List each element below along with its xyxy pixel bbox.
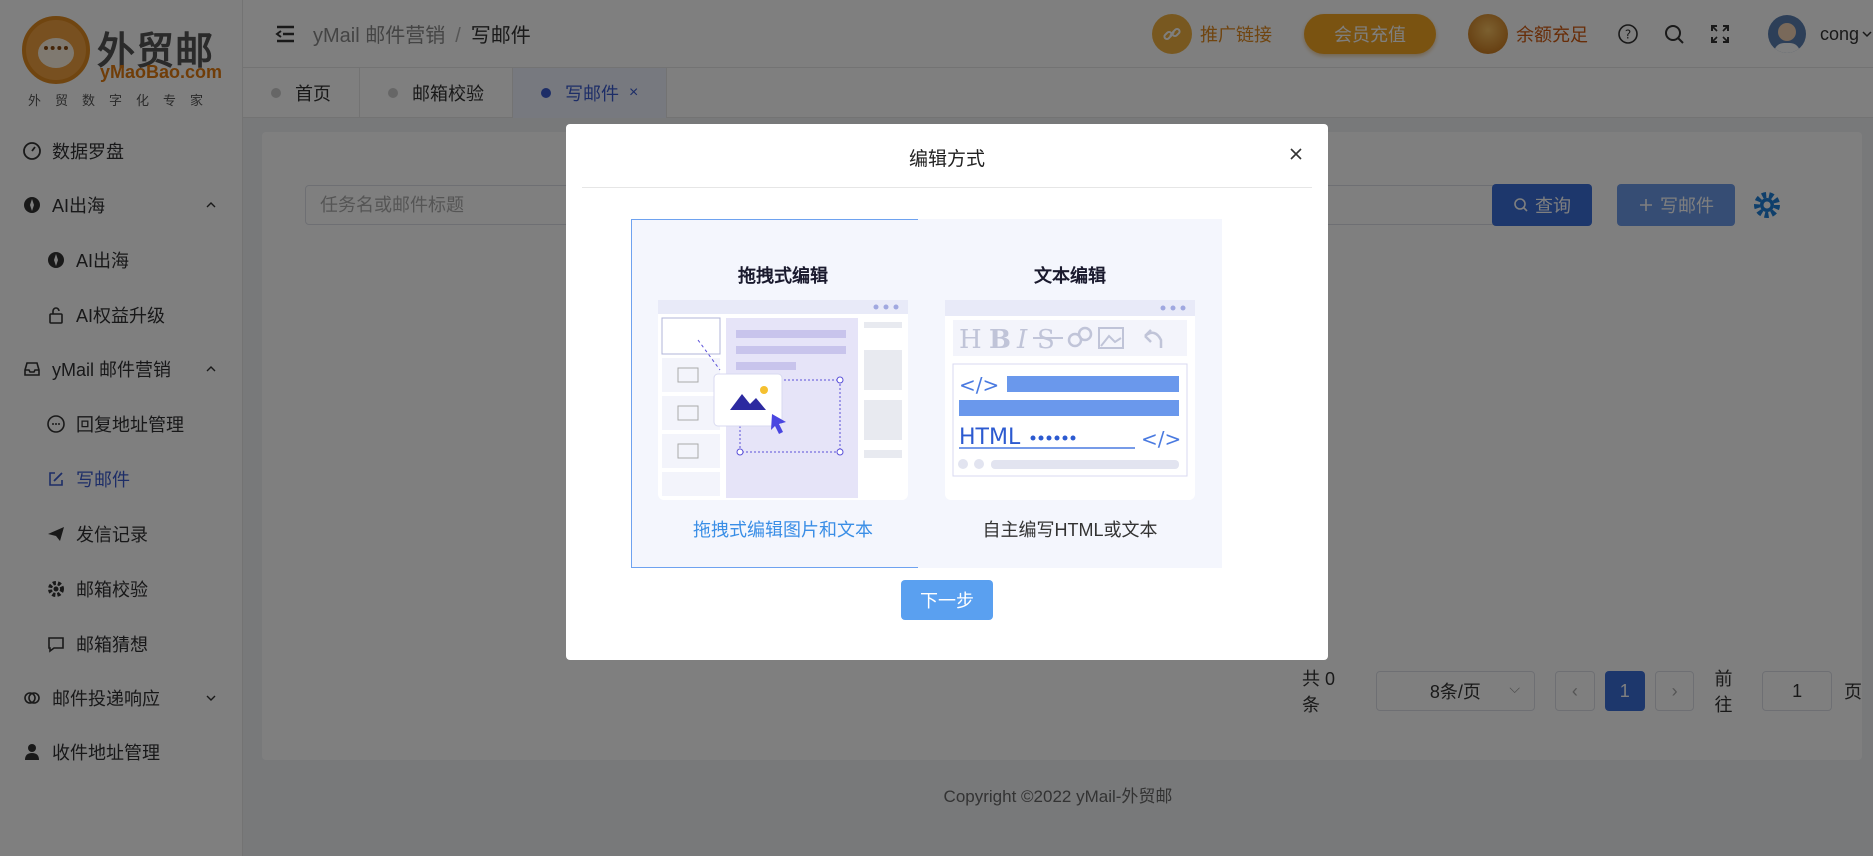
option-drag-edit[interactable]: 拖拽式编辑 拖拽式编辑图片和文本 xyxy=(631,219,935,568)
dialog-divider xyxy=(582,187,1312,188)
text-edit-illustration-icon: H B I S </> HTML </> xyxy=(945,300,1195,500)
option-desc: 拖拽式编辑图片和文本 xyxy=(693,520,873,540)
code-tag-label: </> xyxy=(959,373,999,397)
option-title: 文本编辑 xyxy=(1034,266,1106,286)
svg-text:B: B xyxy=(989,325,1011,355)
dialog-title: 编辑方式 xyxy=(908,149,985,170)
code-tag-label: </> xyxy=(1141,427,1181,451)
edit-mode-dialog: 编辑方式 拖拽式编辑 拖拽式编辑图片和文本 文本编辑 H B I S </> H… xyxy=(566,124,1328,660)
drag-edit-illustration-icon xyxy=(658,300,908,500)
svg-text:I: I xyxy=(1016,325,1028,355)
option-desc: 自主编写HTML或文本 xyxy=(982,520,1158,540)
option-title: 拖拽式编辑 xyxy=(738,266,828,286)
next-step-button[interactable]: 下一步 xyxy=(901,580,993,620)
close-icon[interactable] xyxy=(1286,144,1306,164)
option-text-edit[interactable]: 文本编辑 H B I S </> HTML </> 自主编写HTML或文本 xyxy=(918,219,1222,568)
svg-text:S: S xyxy=(1037,325,1055,355)
html-label: HTML xyxy=(959,425,1021,450)
svg-text:H: H xyxy=(959,325,982,355)
